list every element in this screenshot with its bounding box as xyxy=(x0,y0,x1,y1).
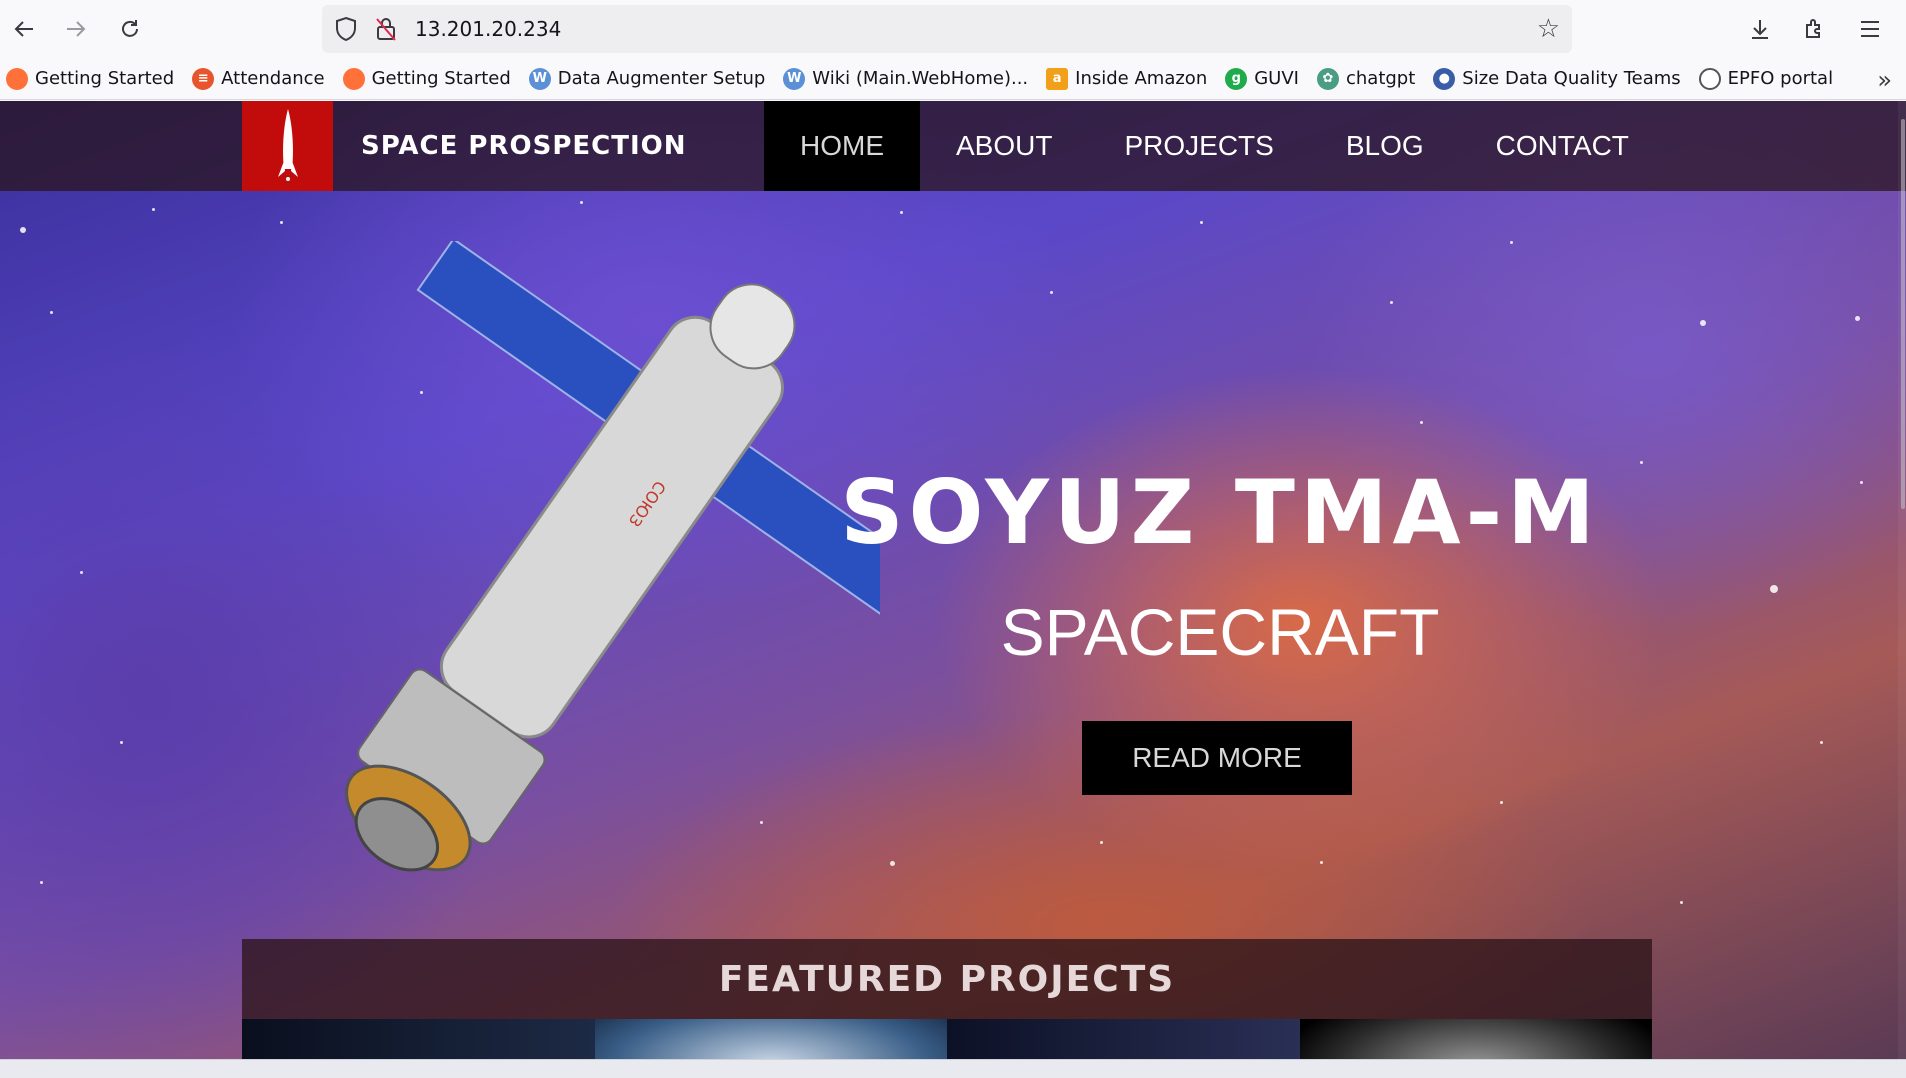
insecure-lock-icon[interactable] xyxy=(374,16,398,42)
chatgpt-icon: ✿ xyxy=(1316,67,1339,90)
wiki-icon: W xyxy=(528,67,551,90)
main-nav: HOME ABOUT PROJECTS BLOG CONTACT xyxy=(764,101,1665,191)
firefox-icon xyxy=(342,67,365,90)
taskbar xyxy=(0,1059,1906,1078)
hero-background: СОЮЗ xyxy=(0,101,1906,1059)
bookmark-item[interactable]: Getting Started xyxy=(6,67,174,90)
project-thumbnail[interactable] xyxy=(594,1019,947,1059)
attendance-icon: ≡ xyxy=(192,67,215,90)
bookmark-item[interactable]: W Wiki (Main.WebHome)... xyxy=(783,67,1028,90)
bookmark-star-icon[interactable]: ☆ xyxy=(1537,14,1560,44)
nav-contact[interactable]: CONTACT xyxy=(1460,101,1665,191)
featured-projects-title: FEATURED PROJECTS xyxy=(718,958,1176,1000)
arrow-left-icon xyxy=(14,21,33,37)
hero-subtitle: SPACECRAFT xyxy=(1000,595,1440,669)
nav-projects[interactable]: PROJECTS xyxy=(1088,101,1309,191)
bookmark-item[interactable]: g GUVI xyxy=(1225,67,1299,90)
bookmark-item[interactable]: W Data Augmenter Setup xyxy=(528,67,765,90)
project-thumbnail[interactable] xyxy=(947,1019,1300,1059)
firefox-icon xyxy=(6,67,28,90)
spacecraft-illustration: СОЮЗ xyxy=(345,241,880,872)
project-thumbnail[interactable] xyxy=(1299,1019,1652,1059)
reload-icon xyxy=(122,20,138,37)
page-scrollbar[interactable] xyxy=(1898,101,1906,1059)
read-more-button[interactable]: READ MORE xyxy=(1082,721,1352,795)
globe-icon xyxy=(1698,67,1721,90)
hero-title: SOYUZ TMA-M xyxy=(840,461,1600,564)
reload-button[interactable] xyxy=(112,12,148,46)
bookmark-item[interactable]: ● Size Data Quality Teams xyxy=(1433,67,1681,90)
guvi-icon: g xyxy=(1225,67,1248,90)
bookmarks-bar: Getting Started ≡ Attendance Getting Star… xyxy=(0,58,1906,100)
bookmark-item[interactable]: ≡ Attendance xyxy=(192,67,325,90)
featured-thumbnails xyxy=(242,1019,1652,1059)
nav-about[interactable]: ABOUT xyxy=(920,101,1088,191)
wiki-icon: W xyxy=(783,67,806,90)
scrollbar-thumb[interactable] xyxy=(1901,119,1905,509)
person-icon: ● xyxy=(1433,67,1456,90)
featured-projects-banner: FEATURED PROJECTS xyxy=(242,939,1652,1019)
bookmark-item[interactable]: a Inside Amazon xyxy=(1046,67,1207,90)
downloads-button[interactable] xyxy=(1742,12,1778,46)
nav-blog[interactable]: BLOG xyxy=(1310,101,1460,191)
browser-toolbar: 13.201.20.234 ☆ xyxy=(0,0,1906,58)
rocket-icon xyxy=(277,109,298,181)
nav-home[interactable]: HOME xyxy=(764,101,920,191)
amazon-icon: a xyxy=(1046,67,1069,90)
site-header: SPACE PROSPECTION HOME ABOUT PROJECTS BL… xyxy=(0,101,1906,191)
bookmark-item[interactable]: ✿ chatgpt xyxy=(1316,67,1415,90)
back-button[interactable] xyxy=(6,12,42,46)
project-thumbnail[interactable] xyxy=(242,1019,595,1059)
download-icon xyxy=(1752,20,1768,39)
bookmark-item[interactable]: EPFO portal xyxy=(1698,67,1833,90)
logo[interactable] xyxy=(242,101,333,191)
address-bar[interactable]: 13.201.20.234 ☆ xyxy=(322,5,1572,53)
forward-button[interactable] xyxy=(58,12,94,46)
chevron-double-right-icon[interactable]: » xyxy=(1877,66,1892,94)
menu-button[interactable] xyxy=(1852,12,1888,46)
page-viewport: СОЮЗ SPACE PROSPECTION HOME ABOUT PROJEC… xyxy=(0,101,1906,1059)
extensions-button[interactable] xyxy=(1796,12,1832,46)
url-text[interactable]: 13.201.20.234 xyxy=(415,17,561,41)
bookmark-item[interactable]: Getting Started xyxy=(342,67,511,90)
site-title[interactable]: SPACE PROSPECTION xyxy=(361,131,686,161)
puzzle-icon xyxy=(1806,19,1820,38)
arrow-right-icon xyxy=(67,21,86,37)
shield-icon[interactable] xyxy=(334,16,358,42)
hamburger-icon xyxy=(1861,21,1879,37)
